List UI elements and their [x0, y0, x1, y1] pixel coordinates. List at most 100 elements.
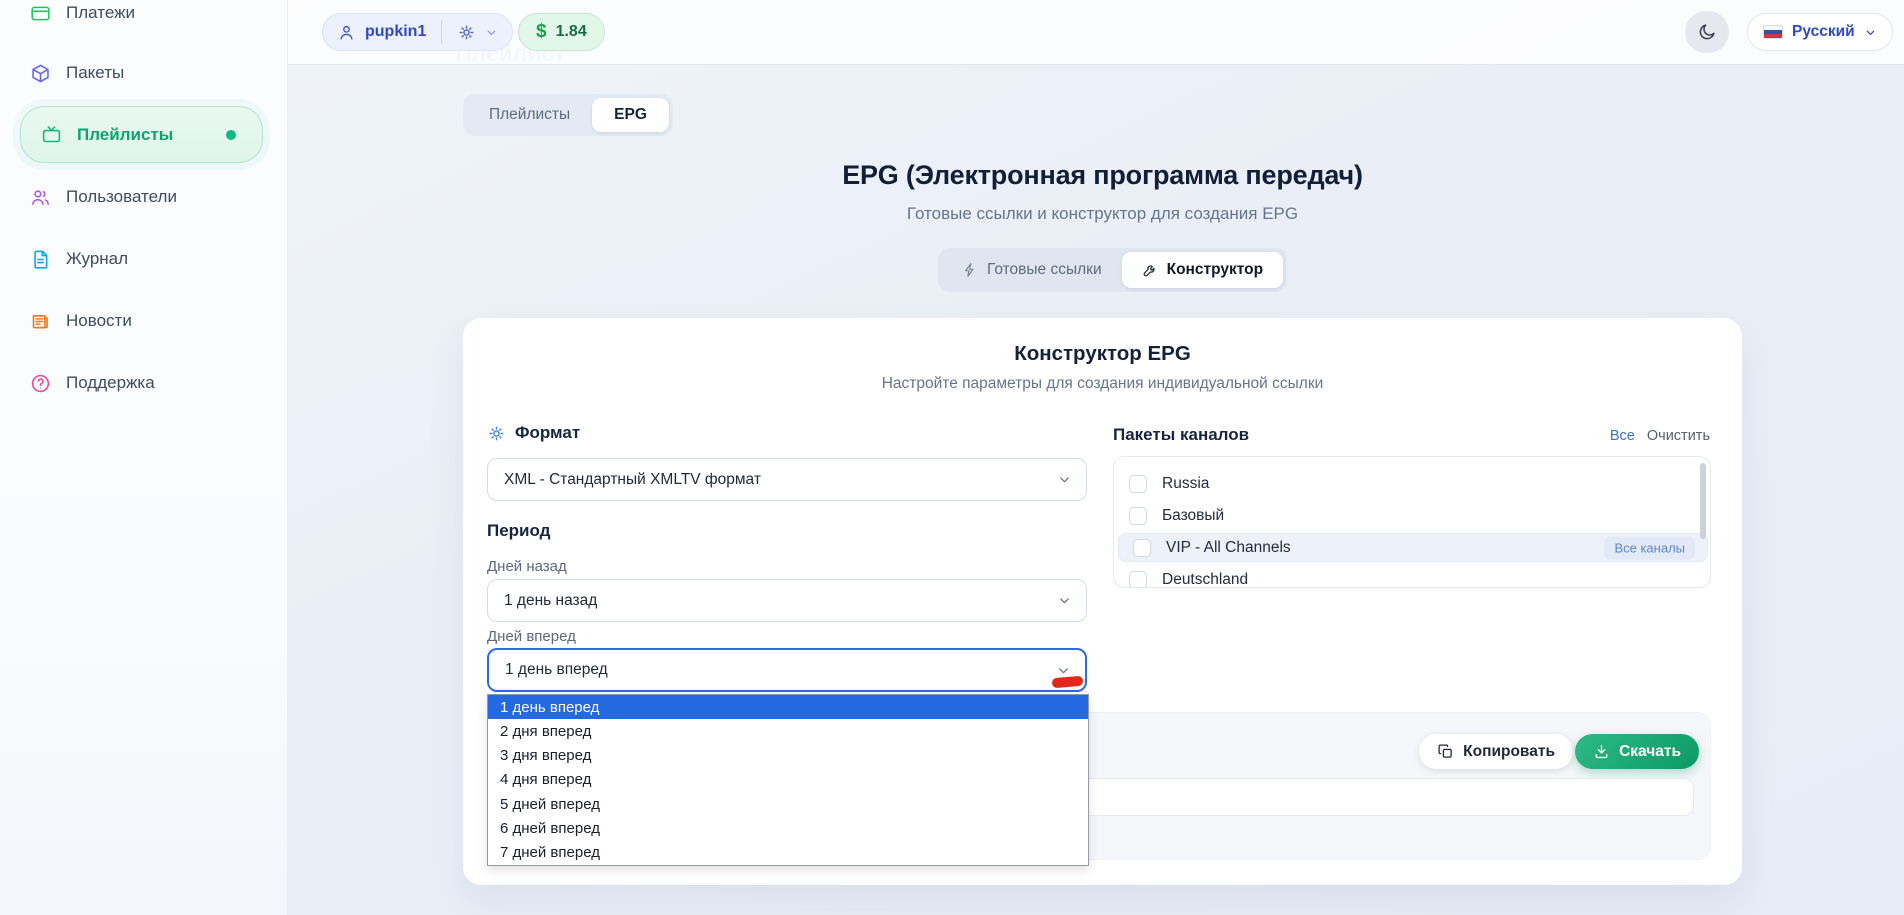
user-menu[interactable]: pupkin1 — [322, 13, 513, 51]
days-forward-select[interactable]: 1 день вперед — [487, 648, 1087, 692]
copy-icon — [1437, 743, 1454, 760]
dropdown-option[interactable]: 3 дня вперед — [488, 744, 1088, 768]
dropdown-option[interactable]: 2 дня вперед — [488, 719, 1088, 743]
package-label: Базовый — [1162, 507, 1224, 525]
all-channels-badge: Все каналы — [1604, 536, 1695, 559]
lightning-icon — [962, 262, 978, 278]
tv-icon — [41, 124, 62, 145]
page-subtitle: Готовые ссылки и конструктор для создани… — [463, 204, 1742, 224]
checkbox[interactable] — [1133, 539, 1151, 557]
packages-links: Все Очистить — [1610, 428, 1710, 444]
sidebar-item-label: Платежи — [66, 3, 135, 23]
dropdown-option[interactable]: 1 день вперед — [488, 695, 1088, 719]
sidebar-item-label: Пакеты — [66, 63, 124, 83]
topbar: pupkin1 $ 1.84 Русский — [288, 0, 1904, 64]
mode-constructor[interactable]: Конструктор — [1122, 252, 1283, 288]
gear-icon[interactable] — [457, 23, 476, 42]
select-all-link[interactable]: Все — [1610, 428, 1635, 444]
credit-card-icon — [30, 3, 51, 24]
download-label: Скачать — [1619, 743, 1681, 761]
package-row[interactable]: Deutschland — [1115, 565, 1711, 588]
mode-toggle: Готовые ссылки Конструктор — [938, 248, 1287, 292]
package-icon — [30, 63, 51, 84]
users-icon — [30, 187, 51, 208]
checkbox[interactable] — [1129, 507, 1147, 525]
sidebar-item-packages[interactable]: Пакеты — [30, 56, 262, 90]
sidebar-item-journal[interactable]: Журнал — [30, 242, 262, 276]
sidebar-item-label: Плейлисты — [77, 125, 173, 145]
notification-dot — [226, 130, 236, 140]
chevron-down-icon — [1056, 663, 1071, 678]
sidebar-item-news[interactable]: Новости — [30, 304, 262, 338]
page-title: EPG (Электронная программа передач) — [463, 160, 1742, 191]
copy-button[interactable]: Копировать — [1419, 734, 1573, 769]
chevron-down-icon — [1864, 26, 1877, 39]
mode-ready-links[interactable]: Готовые ссылки — [942, 252, 1122, 288]
username: pupkin1 — [365, 23, 426, 41]
download-icon — [1593, 743, 1610, 760]
app-window: Плейлист Платежи Пакеты Плейлисты П — [0, 0, 1904, 915]
sidebar-item-label: Поддержка — [66, 373, 155, 393]
days-forward-value: 1 день вперед — [505, 661, 608, 679]
newspaper-icon — [30, 311, 51, 332]
balance-amount: 1.84 — [556, 23, 587, 41]
package-row[interactable]: Russia — [1115, 469, 1711, 498]
card-subtitle: Настройте параметры для создания индивид… — [463, 375, 1742, 393]
format-label: Формат — [515, 423, 580, 443]
theme-toggle-button[interactable] — [1685, 11, 1729, 53]
days-back-select[interactable]: 1 день назад — [487, 579, 1087, 622]
divider — [441, 20, 442, 44]
sidebar-item-playlists[interactable]: Плейлисты — [20, 106, 263, 163]
sidebar-item-users[interactable]: Пользователи — [30, 180, 262, 214]
package-label: VIP - All Channels — [1166, 539, 1291, 557]
mode-label: Готовые ссылки — [987, 261, 1102, 279]
package-label: Russia — [1162, 475, 1209, 493]
checkbox[interactable] — [1129, 571, 1147, 589]
package-label: Deutschland — [1162, 571, 1248, 589]
gear-icon — [487, 424, 506, 443]
chevron-down-icon — [485, 26, 498, 39]
packages-list: Russia Базовый VIP - All Channels Все ка… — [1113, 456, 1711, 588]
format-select[interactable]: XML - Стандартный XMLTV формат — [487, 458, 1087, 501]
epg-builder-card: Конструктор EPG Настройте параметры для … — [463, 318, 1742, 885]
packages-title: Пакеты каналов — [1113, 425, 1249, 445]
sidebar-item-label: Журнал — [66, 249, 128, 269]
days-forward-label: Дней вперед — [487, 628, 576, 645]
tab-playlists[interactable]: Плейлисты — [467, 98, 592, 132]
sidebar-item-payments[interactable]: Платежи — [30, 0, 262, 30]
help-circle-icon — [30, 373, 51, 394]
copy-label: Копировать — [1463, 743, 1555, 761]
download-button[interactable]: Скачать — [1575, 734, 1699, 769]
language-selector[interactable]: Русский — [1747, 13, 1893, 51]
dropdown-option[interactable]: 4 дня вперед — [488, 768, 1088, 792]
dollar-icon: $ — [536, 21, 547, 43]
package-row[interactable]: VIP - All Channels Все каналы — [1118, 533, 1708, 562]
mode-label: Конструктор — [1167, 261, 1263, 279]
dropdown-option[interactable]: 6 дней вперед — [488, 816, 1088, 840]
format-value: XML - Стандартный XMLTV формат — [504, 471, 761, 489]
dropdown-option[interactable]: 5 дней вперед — [488, 792, 1088, 816]
card-title: Конструктор EPG — [463, 342, 1742, 366]
document-icon — [30, 249, 51, 270]
language-label: Русский — [1792, 23, 1855, 41]
package-row[interactable]: Базовый — [1115, 501, 1711, 530]
chevron-down-icon — [1057, 593, 1072, 608]
russian-flag-icon — [1763, 25, 1783, 39]
sidebar-item-label: Пользователи — [66, 187, 177, 207]
user-icon — [337, 23, 356, 42]
days-forward-dropdown: 1 день вперед 2 дня вперед 3 дня вперед … — [487, 694, 1089, 866]
sidebar-item-label: Новости — [66, 311, 132, 331]
page-tabs: Плейлисты EPG — [463, 94, 673, 136]
tab-epg[interactable]: EPG — [592, 98, 669, 132]
days-back-value: 1 день назад — [504, 592, 597, 610]
scrollbar-thumb[interactable] — [1700, 463, 1706, 539]
sidebar: Платежи Пакеты Плейлисты Пользователи — [0, 0, 288, 915]
checkbox[interactable] — [1129, 475, 1147, 493]
sidebar-item-support[interactable]: Поддержка — [30, 366, 262, 400]
wrench-icon — [1142, 262, 1158, 278]
dropdown-option[interactable]: 7 дней вперед — [488, 841, 1088, 865]
moon-icon — [1697, 22, 1717, 42]
chevron-down-icon — [1057, 472, 1072, 487]
balance-button[interactable]: $ 1.84 — [518, 13, 605, 51]
clear-link[interactable]: Очистить — [1647, 428, 1710, 444]
